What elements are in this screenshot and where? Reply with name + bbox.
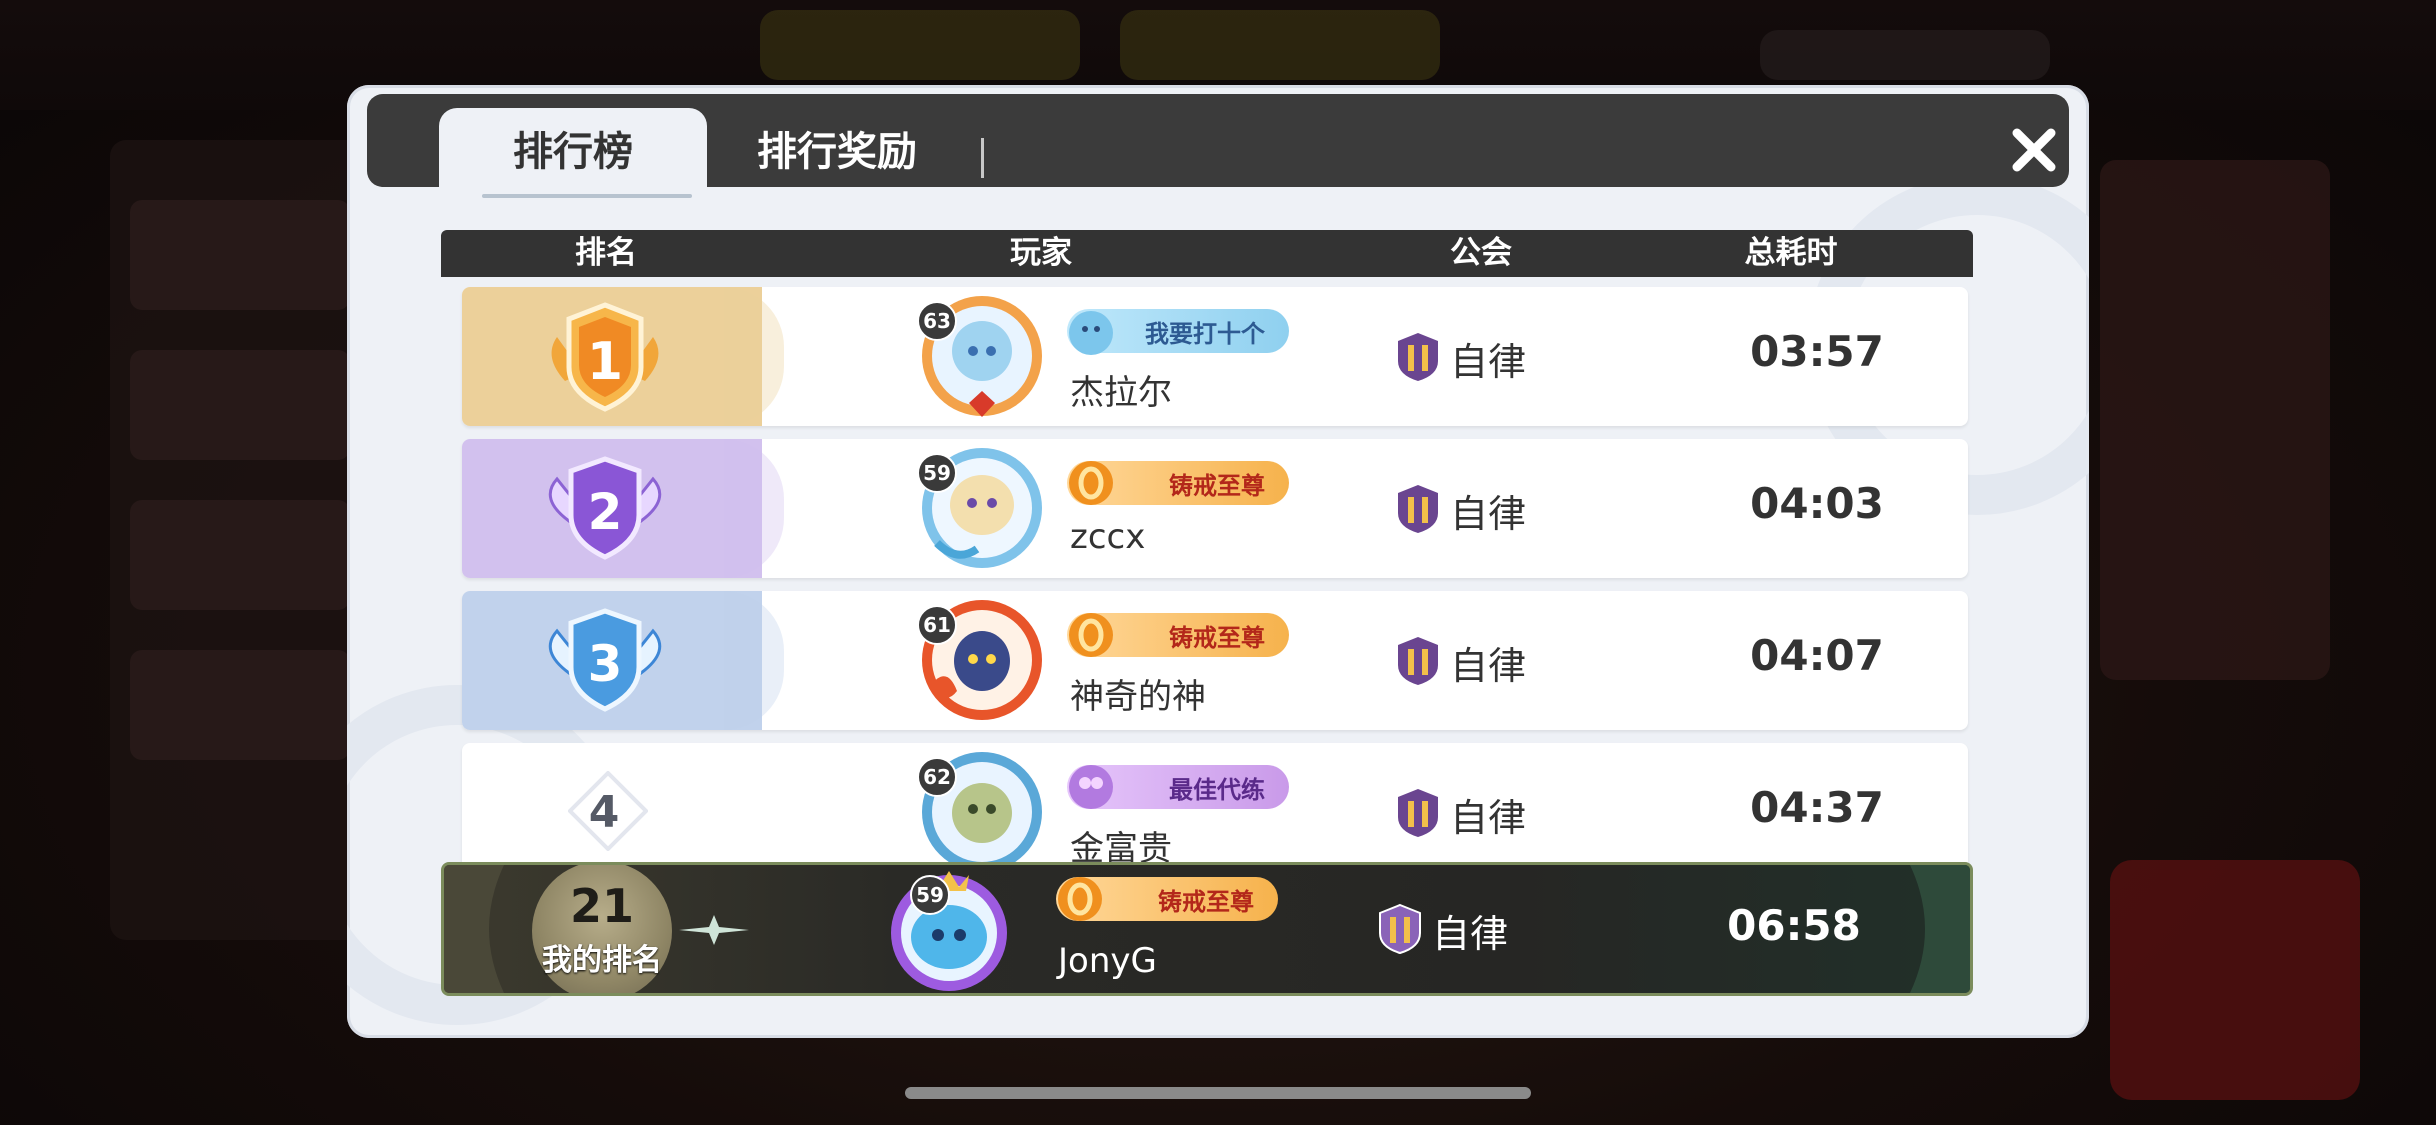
- table-row[interactable]: 2 59 铸戒至尊 zccx 自律 04:03: [462, 439, 1968, 578]
- title-ring-icon: [1069, 461, 1113, 505]
- rank-number: 2: [588, 483, 623, 541]
- guild-name: 自律: [1450, 644, 1527, 688]
- background-list-item: [130, 200, 350, 310]
- guild-shield-icon: [1398, 789, 1438, 837]
- guild-name: 自律: [1450, 492, 1527, 536]
- background-list-item: [130, 350, 350, 460]
- header-player: 玩家: [1010, 235, 1072, 271]
- my-rank-bar[interactable]: 21 我的排名 59 铸戒至尊 JonyG 自律 06:58: [441, 862, 1973, 996]
- title-ring-icon: [1069, 613, 1113, 657]
- title-mascot-icon: [1069, 311, 1113, 355]
- my-rank-number: 21: [569, 879, 634, 933]
- guild-shield-icon: [1379, 903, 1421, 955]
- home-indicator: [905, 1087, 1531, 1099]
- tab-separator: [981, 138, 984, 178]
- rank-number: 1: [587, 332, 623, 392]
- total-time: 04:07: [1750, 631, 1884, 680]
- table-header: 排名 玩家 公会 总耗时: [441, 230, 1973, 277]
- rank-cell: 3: [462, 591, 784, 730]
- rank-3-medal-icon: 3: [548, 608, 662, 712]
- close-icon: [2012, 128, 2056, 172]
- header-rank: 排名: [575, 235, 637, 271]
- player-title-text: 铸戒至尊: [1169, 623, 1265, 652]
- player-level-badge: 63: [917, 301, 957, 341]
- title-bouquet-icon: [1069, 765, 1113, 809]
- player-title-badge: 铸戒至尊: [1067, 613, 1289, 657]
- background-right-button: [2110, 860, 2360, 1100]
- background-resource-bar-2: [1120, 10, 1440, 80]
- rank-number: 4: [588, 787, 620, 838]
- guild-name: 自律: [1432, 912, 1509, 956]
- tab-leaderboard-label: 排行榜: [513, 128, 633, 175]
- guild-shield-icon: [1398, 637, 1438, 685]
- table-row[interactable]: 3 61 铸戒至尊 神奇的神 自律 04:07: [462, 591, 1968, 730]
- guild-shield-icon: [1398, 333, 1438, 381]
- guild-shield-icon: [1398, 485, 1438, 533]
- title-ring-icon: [1058, 877, 1102, 921]
- player-title-badge: 铸戒至尊: [1067, 461, 1289, 505]
- player-name: JonyG: [1058, 941, 1157, 981]
- total-time: 04:03: [1750, 479, 1884, 528]
- rank-cell: 2: [462, 439, 784, 578]
- leaderboard-modal: 排行榜 排行奖励 排名 玩家 公会 总耗时 1 63 我要打十个 杰拉尔 自律 …: [347, 85, 2089, 1038]
- background-resource-bar: [760, 10, 1080, 80]
- rank-number: 3: [588, 635, 623, 693]
- tab-active-underline: [482, 194, 692, 198]
- player-level-badge: 59: [910, 875, 950, 915]
- rank-1-medal-icon: 1: [551, 302, 659, 412]
- tab-rewards[interactable]: 排行奖励: [727, 108, 947, 187]
- rank-cell: 1: [462, 287, 784, 426]
- background-list-item: [130, 500, 350, 610]
- player-name: 神奇的神: [1070, 677, 1206, 717]
- total-time: 03:57: [1750, 327, 1884, 376]
- my-rank-label: 我的排名: [542, 943, 662, 978]
- total-time: 06:58: [1727, 901, 1861, 950]
- player-level-badge: 61: [917, 605, 957, 645]
- guild-name: 自律: [1450, 340, 1527, 384]
- player-title-text: 最佳代练: [1169, 775, 1265, 804]
- player-name: zccx: [1070, 517, 1146, 557]
- player-title-badge: 铸戒至尊: [1056, 877, 1278, 921]
- tab-rewards-label: 排行奖励: [757, 128, 917, 175]
- player-title-text: 铸戒至尊: [1169, 471, 1265, 500]
- player-level-badge: 62: [917, 757, 957, 797]
- close-button[interactable]: [2002, 118, 2066, 182]
- guild-name: 自律: [1450, 796, 1527, 840]
- background-top-button: [1760, 30, 2050, 80]
- sparkle-icon: [679, 915, 749, 945]
- player-name: 杰拉尔: [1070, 373, 1172, 413]
- header-time: 总耗时: [1744, 235, 1838, 271]
- header-guild: 公会: [1450, 235, 1512, 271]
- player-avatar[interactable]: [884, 865, 1014, 995]
- table-row[interactable]: 1 63 我要打十个 杰拉尔 自律 03:57: [462, 287, 1968, 426]
- player-level-badge: 59: [917, 453, 957, 493]
- background-right-panel: [2100, 160, 2330, 680]
- player-title-badge: 我要打十个: [1067, 309, 1289, 355]
- tab-leaderboard[interactable]: 排行榜: [439, 108, 707, 187]
- total-time: 04:37: [1750, 783, 1884, 832]
- player-title-text: 我要打十个: [1145, 319, 1265, 348]
- player-title-text: 铸戒至尊: [1158, 887, 1254, 916]
- rank-2-medal-icon: 2: [548, 456, 662, 560]
- background-list-item: [130, 650, 350, 760]
- player-title-badge: 最佳代练: [1067, 765, 1289, 809]
- tab-bar: 排行榜 排行奖励: [367, 94, 2069, 198]
